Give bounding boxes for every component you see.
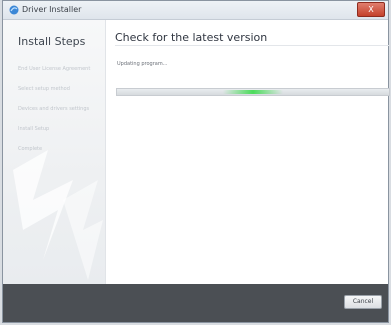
footer-bar: Cancel — [3, 284, 388, 322]
progress-bar — [116, 88, 390, 96]
sidebar: Install Steps End User License Agreement… — [3, 20, 106, 284]
cancel-button[interactable]: Cancel — [344, 295, 382, 309]
app-icon — [9, 5, 19, 15]
progress-indicator — [223, 90, 283, 94]
step-setup-method: Select setup method — [18, 86, 70, 92]
step-license: End User License Agreement — [18, 66, 91, 72]
page-title: Check for the latest version — [115, 31, 268, 44]
title-bar[interactable]: Driver Installer X — [3, 1, 388, 20]
close-button[interactable]: X — [357, 2, 385, 17]
close-icon: X — [368, 5, 374, 14]
step-install: Install Setup — [18, 126, 50, 132]
status-text: Updating program... — [117, 61, 168, 67]
sidebar-title: Install Steps — [18, 35, 86, 48]
window-title: Driver Installer — [22, 5, 82, 14]
title-divider — [115, 45, 389, 46]
step-devices-drivers: Devices and drivers settings — [18, 106, 90, 112]
installer-window: Driver Installer X Install Steps End Use… — [2, 0, 390, 323]
sidebar-decoration — [13, 150, 103, 280]
